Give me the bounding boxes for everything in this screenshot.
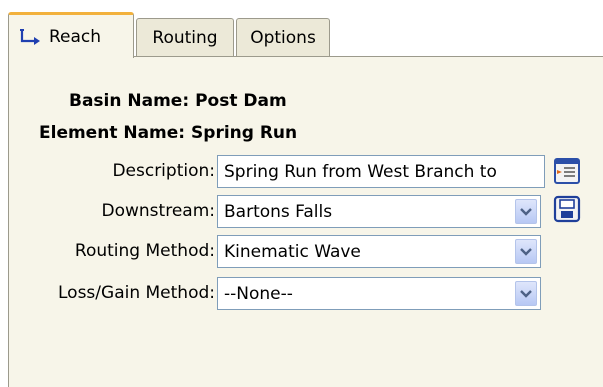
loss-gain-method-select[interactable]: --None-- bbox=[217, 277, 541, 310]
routing-method-dropdown-button[interactable] bbox=[515, 239, 537, 264]
reach-panel: Basin Name: Post Dam Element Name: Sprin… bbox=[8, 56, 603, 387]
loss-gain-method-value: --None-- bbox=[224, 283, 293, 304]
loss-gain-method-dropdown-button[interactable] bbox=[515, 281, 537, 306]
element-name-value: Spring Run bbox=[191, 123, 298, 143]
tab-reach-label: Reach bbox=[49, 26, 102, 47]
description-editor-icon[interactable] bbox=[553, 157, 581, 185]
basin-name-line: Basin Name: Post Dam bbox=[69, 91, 287, 111]
downstream-select[interactable]: Bartons Falls bbox=[217, 195, 541, 228]
downstream-label: Downstream: bbox=[101, 201, 215, 221]
loss-gain-method-label: Loss/Gain Method: bbox=[58, 283, 215, 303]
downstream-value: Bartons Falls bbox=[224, 201, 333, 222]
tab-routing-label: Routing bbox=[152, 27, 218, 48]
basin-name-value: Post Dam bbox=[195, 91, 287, 111]
description-label: Description: bbox=[112, 161, 215, 181]
tab-options[interactable]: Options bbox=[236, 18, 330, 56]
routing-method-label: Routing Method: bbox=[74, 241, 215, 261]
routing-method-select[interactable]: Kinematic Wave bbox=[217, 235, 541, 268]
tab-routing[interactable]: Routing bbox=[136, 18, 234, 56]
downstream-dropdown-button[interactable] bbox=[515, 199, 537, 224]
description-field[interactable]: Spring Run from West Branch to bbox=[217, 155, 545, 188]
tab-reach[interactable]: Reach bbox=[8, 12, 134, 58]
chevron-down-icon bbox=[520, 207, 532, 216]
select-downstream-icon[interactable] bbox=[553, 195, 581, 223]
basin-name-label: Basin Name: bbox=[69, 91, 190, 111]
description-value: Spring Run from West Branch to bbox=[224, 161, 497, 182]
routing-method-value: Kinematic Wave bbox=[224, 241, 361, 262]
tab-options-label: Options bbox=[250, 27, 316, 48]
element-name-label: Element Name: bbox=[39, 123, 186, 143]
chevron-down-icon bbox=[520, 289, 532, 298]
chevron-down-icon bbox=[520, 247, 532, 256]
reach-icon bbox=[19, 27, 43, 47]
element-name-line: Element Name: Spring Run bbox=[39, 123, 297, 143]
